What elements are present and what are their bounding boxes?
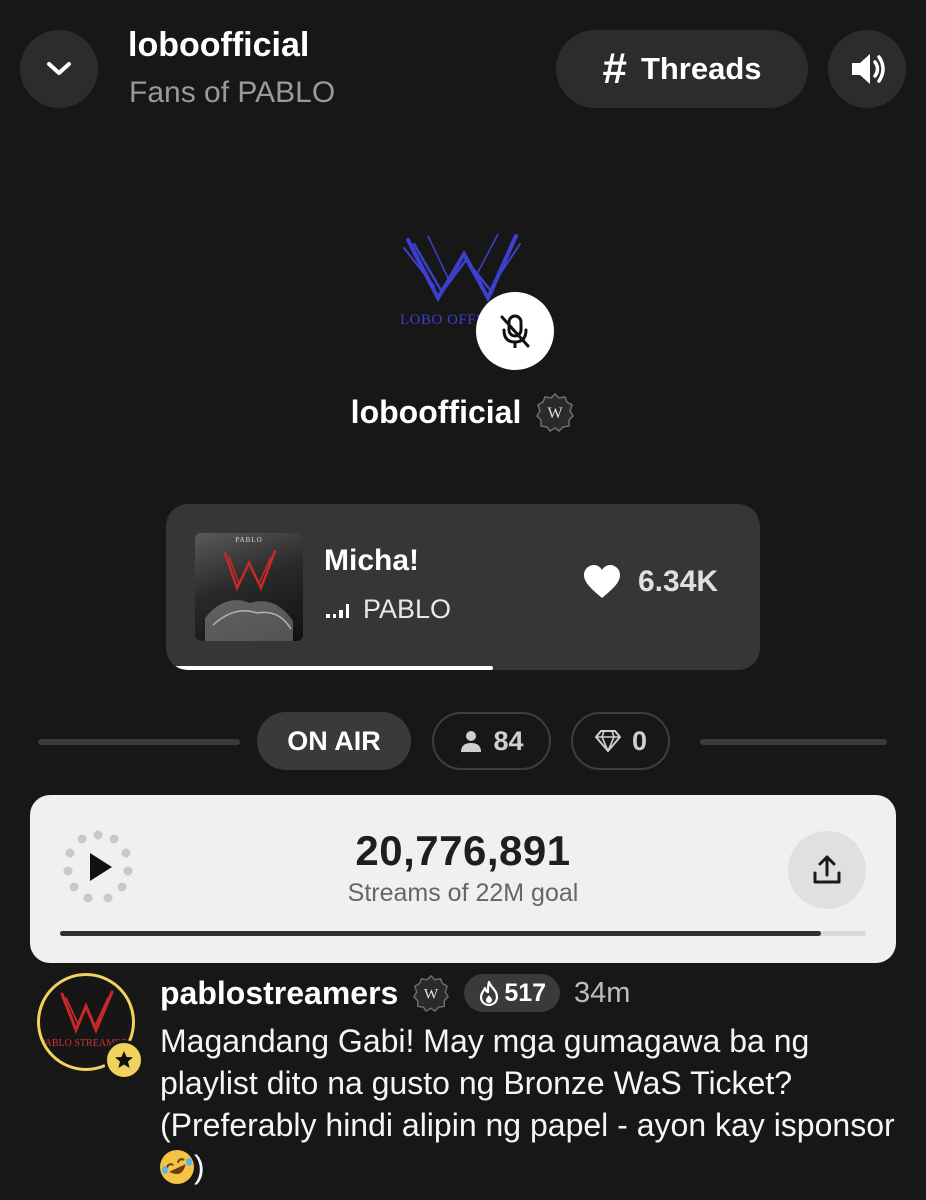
on-air-badge: ON AIR [257,712,411,770]
threads-label: Threads [640,51,762,86]
stream-count: 20,776,891 [355,827,571,874]
comment-text: Magandang Gabi! May mga gumagawa ba ng p… [160,1020,900,1188]
svg-text:W: W [424,986,439,1003]
comment-time: 34m [574,976,631,1009]
person-icon [461,731,482,752]
comment-username[interactable]: pablostreamers [160,975,398,1012]
svg-text:W: W [548,405,564,422]
equalizer-icon [326,602,349,618]
speaker-icon [852,54,885,84]
gem-count: 0 [631,725,648,756]
like-count: 6.34K [638,565,719,598]
host-logo-caption: LOBO OFFICIAL [400,312,480,328]
streak-chip: 517 [464,974,561,1012]
mic-off-icon [500,314,530,348]
on-air-label: ON AIR [287,725,381,756]
sound-button[interactable] [828,30,906,108]
mic-status-badge [476,292,554,370]
song-title: Micha! [324,544,420,577]
rolling-laughing-emoji [160,1150,194,1184]
host-name-row: loboofficial W [0,392,926,432]
stream-goal-label: Streams of 22M goal [347,879,579,907]
stream-goal-progress-fill [60,931,821,936]
verified-w-badge-icon: W [536,392,575,432]
share-icon [813,855,841,884]
like-button[interactable]: 6.34K [582,564,718,600]
streak-count: 517 [504,978,547,1007]
room-subtitle: Fans of PABLO [129,76,336,109]
share-button[interactable] [788,831,866,909]
room-title: loboofficial [128,26,310,64]
host-name[interactable]: loboofficial [351,394,522,431]
fire-icon [480,980,499,1006]
star-badge [104,1040,144,1080]
chevron-down-icon [47,62,71,75]
song-artist: PABLO [363,594,452,624]
threads-button[interactable]: # Threads [556,30,808,108]
listeners-chip[interactable]: 84 [432,712,551,770]
comment-header: pablostreamers W 517 34m [160,974,630,1012]
divider-right [700,739,887,745]
stream-goal-card: 20,776,891 Streams of 22M goal [30,795,896,963]
heart-icon [584,565,620,598]
collapse-button[interactable] [20,30,98,108]
now-playing-card[interactable]: PABLO Micha! PABLO 6.34K [166,504,760,670]
comment-text-end: ) [194,1149,205,1185]
listener-count: 84 [493,725,524,756]
stream-goal-progress [60,931,866,936]
song-progress-fill [166,666,493,670]
gems-chip[interactable]: 0 [571,712,670,770]
album-art: PABLO [195,533,303,641]
hash-icon: # [602,44,627,93]
divider-left [38,739,240,745]
comment-text-main: Magandang Gabi! May mga gumagawa ba ng p… [160,1023,895,1143]
diamond-icon [594,730,621,752]
verified-w-badge-icon: W [413,974,450,1012]
star-icon [115,1051,133,1068]
song-artist-row: PABLO [326,594,451,625]
